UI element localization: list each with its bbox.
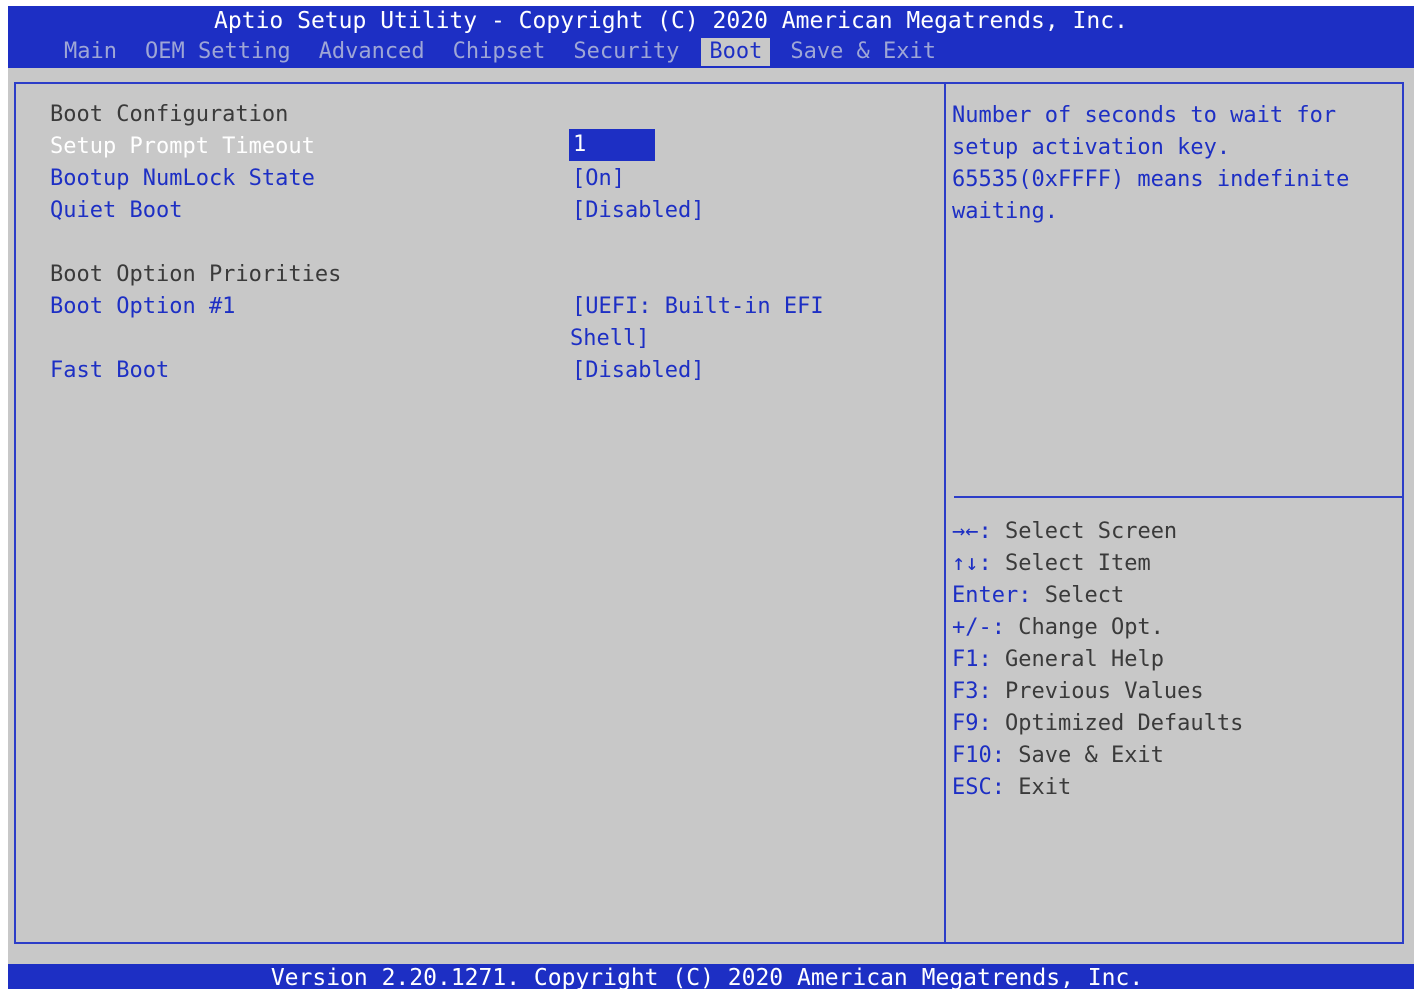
boot-option-1-label[interactable]: Boot Option #1 — [50, 292, 235, 322]
key-hint-enter: Enter: Select — [952, 583, 1125, 608]
panel-divider — [944, 82, 946, 944]
bios-screen: Aptio Setup Utility - Copyright (C) 2020… — [8, 6, 1414, 991]
boot-option-1-value-line2[interactable]: Shell] — [570, 324, 649, 354]
tab-oem-setting[interactable]: OEM Setting — [137, 38, 299, 66]
quiet-boot-label[interactable]: Quiet Boot — [50, 196, 182, 226]
quiet-boot-value[interactable]: [Disabled] — [572, 196, 704, 226]
tab-save-exit[interactable]: Save & Exit — [782, 38, 944, 66]
key-hint-select-item: ↑↓: Select Item — [952, 551, 1151, 576]
boot-option-1-value-line1[interactable]: [UEFI: Built-in EFI — [572, 292, 824, 322]
tab-security[interactable]: Security — [565, 38, 687, 66]
boot-configuration-header: Boot Configuration — [50, 102, 289, 127]
boot-option-priorities-header: Boot Option Priorities — [50, 262, 342, 287]
fast-boot-label[interactable]: Fast Boot — [50, 356, 169, 386]
arrow-up-down-icon: ↑↓: — [952, 551, 992, 576]
key-hint-f9: F9: Optimized Defaults — [952, 711, 1244, 736]
bootup-numlock-state-value[interactable]: [On] — [572, 164, 625, 194]
tab-advanced[interactable]: Advanced — [311, 38, 433, 66]
help-text-line: setup activation key. — [952, 135, 1231, 160]
footer-bar: Version 2.20.1271. Copyright (C) 2020 Am… — [8, 964, 1414, 991]
bootup-numlock-state-label[interactable]: Bootup NumLock State — [50, 164, 315, 194]
key-hint-f10: F10: Save & Exit — [952, 743, 1164, 768]
key-hint-change-opt: +/-: Change Opt. — [952, 615, 1164, 640]
utility-title: Aptio Setup Utility - Copyright (C) 2020… — [214, 8, 1128, 34]
key-hint-f1: F1: General Help — [952, 647, 1164, 672]
help-text-line: 65535(0xFFFF) means indefinite — [952, 167, 1350, 192]
header-bar: Aptio Setup Utility - Copyright (C) 2020… — [8, 6, 1414, 68]
setup-prompt-timeout-label[interactable]: Setup Prompt Timeout — [50, 132, 315, 162]
tab-chipset[interactable]: Chipset — [445, 38, 554, 66]
tab-main[interactable]: Main — [56, 38, 125, 66]
main-panel-frame — [14, 82, 1404, 944]
key-hint-f3: F3: Previous Values — [952, 679, 1204, 704]
key-hint-esc: ESC: Exit — [952, 775, 1072, 800]
tab-boot[interactable]: Boot — [701, 38, 771, 66]
help-divider — [954, 496, 1404, 498]
version-text: Version 2.20.1271. Copyright (C) 2020 Am… — [270, 965, 1144, 991]
fast-boot-value[interactable]: [Disabled] — [572, 356, 704, 386]
help-text-line: waiting. — [952, 199, 1058, 224]
arrow-left-right-icon: →←: — [952, 519, 992, 544]
setup-prompt-timeout-value[interactable]: 1 — [569, 129, 655, 161]
tab-bar: Main OEM Setting Advanced Chipset Securi… — [56, 38, 956, 66]
help-text-line: Number of seconds to wait for — [952, 103, 1337, 128]
key-hint-select-screen: →←: Select Screen — [952, 519, 1178, 544]
